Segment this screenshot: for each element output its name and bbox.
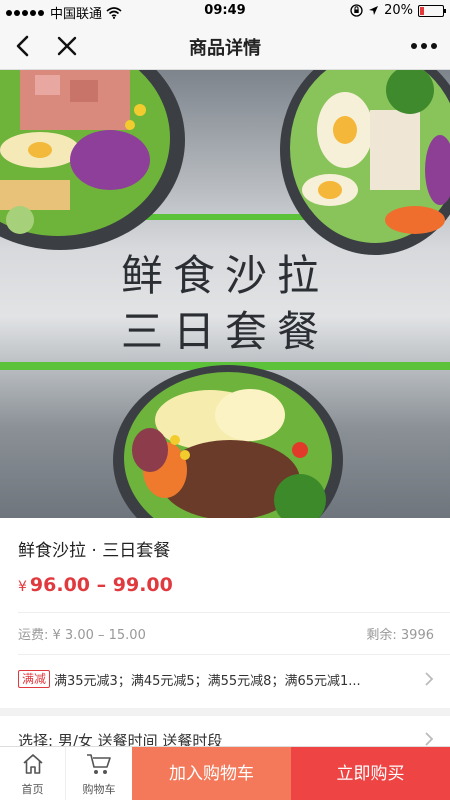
more-horizontal-icon[interactable] [410, 38, 438, 54]
status-bar: 中国联通 09:49 20% [0, 0, 450, 22]
divider [18, 612, 450, 613]
chevron-right-icon [425, 672, 434, 686]
battery-percent: 20% [384, 3, 413, 18]
chevron-left-icon[interactable] [12, 34, 34, 58]
nav-bar: 商品详情 [0, 22, 450, 70]
home-icon [22, 754, 43, 774]
close-icon[interactable] [56, 34, 78, 58]
promotion-row[interactable]: 满减 满35元减3；满45元减5；满55元减8；满65元减1... [0, 654, 450, 704]
salad-bowl-bottom [113, 365, 343, 518]
tab-cart-label: 购物车 [82, 783, 116, 796]
buy-now-button[interactable]: 立即购买 [291, 747, 450, 800]
cart-icon [87, 754, 111, 774]
hero-title-line1: 鲜食沙拉 [120, 251, 329, 300]
status-right: 20% [350, 3, 446, 18]
hero-title-line2: 三日套餐 [120, 307, 329, 356]
product-price: ¥96.00 – 99.00 [18, 574, 173, 596]
currency-symbol: ¥ [18, 579, 27, 595]
product-info: 鲜食沙拉 · 三日套餐 ¥96.00 – 99.00 运费: ¥ 3.00 – … [0, 518, 450, 708]
stock-remaining: 剩余: 3996 [366, 628, 434, 643]
tab-home[interactable]: 首页 [0, 747, 66, 800]
tab-cart[interactable]: 购物车 [66, 747, 132, 800]
location-arrow-icon [369, 6, 379, 15]
promo-badge: 满减 [18, 670, 51, 688]
product-title: 鲜食沙拉 · 三日套餐 [18, 541, 171, 561]
salad-bowl-top-right [280, 70, 450, 255]
orientation-lock-icon [350, 4, 363, 17]
promo-text: 满35元减3；满45元减5；满55元减8；满65元减1... [54, 674, 361, 689]
add-to-cart-button[interactable]: 加入购物车 [132, 747, 291, 800]
tab-home-label: 首页 [21, 783, 44, 796]
salad-bowl-top-left [0, 70, 185, 250]
chevron-right-icon [425, 732, 434, 746]
bottom-action-bar: 首页 购物车 加入购物车 立即购买 [0, 746, 450, 800]
price-range: 96.00 – 99.00 [29, 574, 173, 596]
battery-icon [418, 4, 446, 17]
product-image[interactable]: 鲜食沙拉 三日套餐 [0, 70, 450, 518]
shipping-fee: 运费: ¥ 3.00 – 15.00 [18, 628, 146, 643]
